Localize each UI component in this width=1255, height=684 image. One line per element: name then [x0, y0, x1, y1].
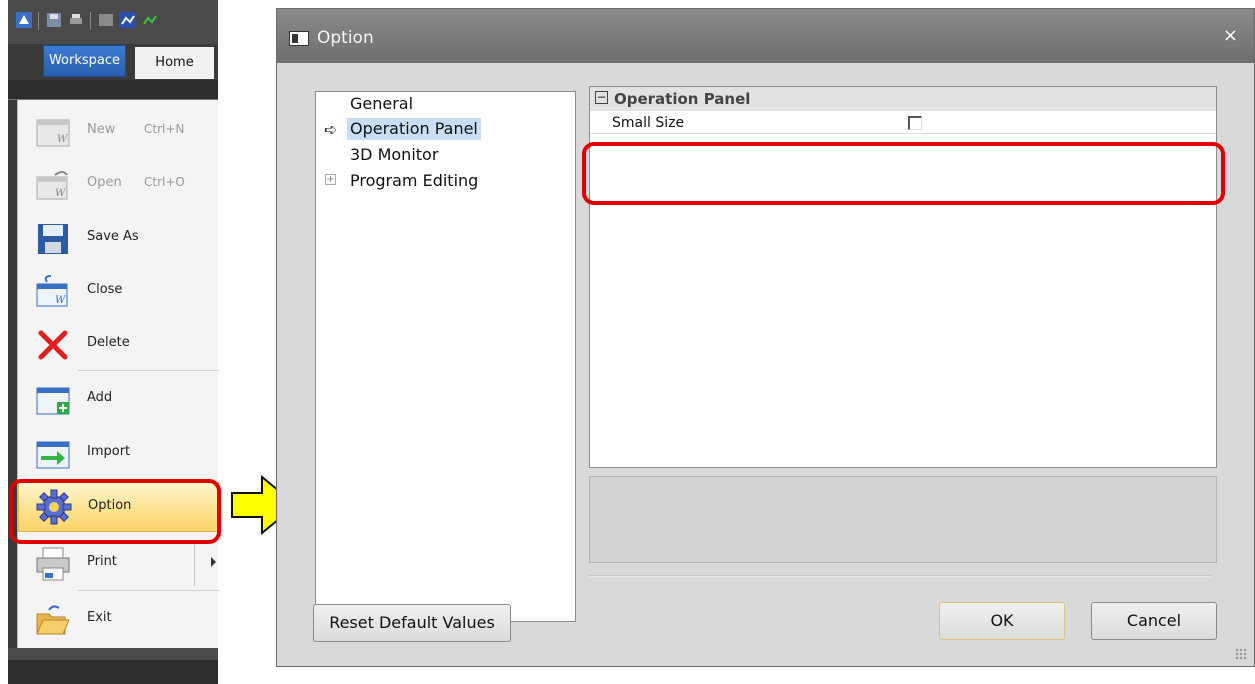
property-category[interactable]: − Operation Panel	[590, 87, 1216, 111]
menu-item-print[interactable]: Print	[18, 537, 219, 589]
printer-icon	[36, 547, 70, 581]
print-toolbar-icon[interactable]	[68, 12, 84, 28]
menu-item-delete[interactable]: Delete	[18, 318, 219, 370]
save-toolbar-icon[interactable]	[46, 12, 62, 28]
toolbar-separator	[38, 12, 39, 30]
tree-item-general[interactable]: General	[350, 94, 413, 113]
workspace-menu: W New Ctrl+N W Open Ctrl+O Save As W Clo…	[17, 100, 219, 648]
menu-item-save-as[interactable]: Save As	[18, 212, 219, 264]
menu-item-label: Delete	[87, 335, 130, 350]
tree-pointer-icon: ➪	[324, 120, 338, 139]
menu-item-label: Add	[87, 390, 113, 405]
new-workspace-icon: W	[36, 119, 70, 147]
chart-toolbar-icon[interactable]	[120, 12, 136, 28]
submenu-arrow-icon[interactable]	[211, 557, 216, 567]
monitor-toolbar-icon[interactable]	[98, 12, 114, 28]
menu-separator	[78, 590, 219, 591]
menu-item-label: Close	[87, 282, 123, 297]
open-workspace-icon: W	[36, 171, 68, 200]
small-size-checkbox[interactable]	[908, 116, 922, 130]
property-highlight-outline	[582, 142, 1225, 205]
reset-default-values-button[interactable]: Reset Default Values	[313, 604, 511, 642]
menu-item-open[interactable]: W Open Ctrl+O	[18, 158, 219, 210]
menu-item-label: Save As	[87, 229, 139, 244]
cancel-button[interactable]: Cancel	[1091, 602, 1217, 640]
svg-text:W: W	[55, 295, 66, 306]
collapse-icon[interactable]: −	[595, 91, 608, 104]
app-logo-icon	[16, 12, 32, 28]
close-workspace-icon: W	[36, 275, 68, 307]
divider	[589, 575, 1211, 577]
folder-exit-icon	[36, 605, 70, 635]
close-button[interactable]: ×	[1223, 25, 1238, 46]
svg-text:W: W	[57, 134, 68, 145]
window-icon	[289, 31, 309, 46]
menu-item-label: Exit	[87, 610, 112, 625]
dialog-titlebar[interactable]: Option ×	[277, 9, 1254, 63]
option-highlight-outline	[9, 479, 221, 544]
tree-item-operation-panel[interactable]: Operation Panel	[350, 119, 478, 138]
delete-x-icon	[38, 330, 68, 360]
save-icon	[38, 224, 68, 254]
menu-item-add[interactable]: Add	[18, 373, 219, 425]
ribbon-strip	[8, 80, 218, 100]
description-pane	[589, 476, 1217, 563]
import-icon	[36, 441, 70, 469]
menu-item-label: Open	[87, 175, 122, 190]
ok-button[interactable]: OK	[939, 602, 1065, 640]
tree-expand-icon[interactable]: +	[325, 174, 336, 185]
category-label: Operation Panel	[614, 90, 751, 108]
toolbar-separator	[90, 12, 91, 30]
menu-item-import[interactable]: Import	[18, 427, 219, 479]
svg-text:W: W	[55, 188, 66, 199]
menu-item-label: New	[87, 122, 116, 137]
menu-item-new[interactable]: W New Ctrl+N	[18, 105, 219, 157]
status-bar-lower	[8, 660, 218, 684]
tab-workspace[interactable]: Workspace	[43, 45, 126, 77]
menu-item-close[interactable]: W Close	[18, 265, 219, 317]
menu-item-label: Import	[87, 444, 131, 459]
property-name: Small Size	[612, 115, 685, 131]
add-icon	[36, 387, 70, 415]
dialog-title: Option	[317, 28, 374, 48]
resize-grip-icon[interactable]	[1235, 648, 1247, 660]
tree-item-3d-monitor[interactable]: 3D Monitor	[350, 145, 438, 164]
menu-item-exit[interactable]: Exit	[18, 593, 219, 645]
app-window: Workspace Home W New Ctrl+N W Open Ctrl+…	[8, 0, 219, 684]
menu-item-shortcut: Ctrl+N	[144, 122, 185, 136]
tree-item-program-editing[interactable]: Program Editing	[350, 171, 478, 190]
menu-item-label: Print	[87, 554, 117, 569]
property-row[interactable]: Small Size	[590, 112, 1216, 134]
quick-access-toolbar	[8, 0, 218, 44]
tab-home[interactable]: Home	[135, 47, 214, 79]
options-tree: ➪ General Operation Panel 3D Monitor + P…	[315, 91, 576, 622]
menu-item-shortcut: Ctrl+O	[144, 175, 185, 189]
submenu-divider	[194, 540, 195, 586]
dialog-body: ➪ General Operation Panel 3D Monitor + P…	[278, 64, 1253, 666]
option-dialog: Option × ➪ General Operation Panel 3D Mo…	[276, 8, 1255, 667]
menu-separator	[78, 370, 219, 371]
graph-toolbar-icon[interactable]	[142, 12, 158, 28]
